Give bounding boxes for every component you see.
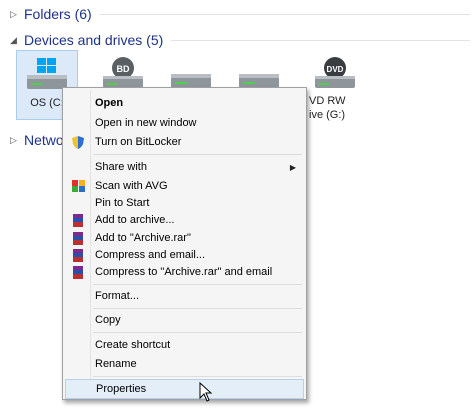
shield-icon: [72, 135, 84, 149]
collapse-chevron-icon[interactable]: ◢: [10, 35, 22, 46]
menu-separator: [93, 376, 302, 377]
menu-item-bitlocker[interactable]: Turn on BitLocker: [65, 132, 304, 152]
mouse-cursor-icon: [199, 382, 213, 402]
group-divider: [171, 39, 470, 41]
menu-item-format[interactable]: Format...: [65, 286, 304, 306]
menu-item-add-to-archive[interactable]: Add to archive...: [65, 210, 304, 230]
winrar-icon: [73, 231, 83, 245]
menu-item-open-new-window[interactable]: Open in new window: [65, 113, 304, 133]
group-header-network[interactable]: ▷ Netwo: [10, 130, 70, 150]
expand-chevron-icon[interactable]: ▷: [10, 9, 22, 20]
menu-item-create-shortcut[interactable]: Create shortcut: [65, 335, 304, 355]
svg-text:DVD: DVD: [327, 65, 344, 74]
menu-separator: [93, 284, 302, 285]
menu-separator: [93, 332, 302, 333]
menu-item-rename[interactable]: Rename: [65, 354, 304, 374]
group-title-network: Netwo: [24, 132, 64, 148]
menu-item-properties[interactable]: Properties: [65, 379, 304, 399]
submenu-arrow-icon: ▶: [289, 162, 296, 172]
group-header-devices[interactable]: ◢ Devices and drives (5): [10, 30, 470, 50]
menu-item-compress-rar-email[interactable]: Compress to "Archive.rar" and email: [65, 262, 304, 282]
winrar-icon: [73, 248, 83, 262]
context-menu: Open Open in new window Turn on BitLocke…: [62, 87, 307, 400]
group-title-folders: Folders (6): [24, 6, 92, 22]
expand-chevron-icon[interactable]: ▷: [10, 135, 22, 146]
winrar-icon: [73, 213, 83, 227]
group-title-devices: Devices and drives (5): [24, 32, 164, 48]
dvd-drive-icon: DVD: [315, 57, 355, 88]
menu-item-share-with[interactable]: Share with ▶: [65, 157, 304, 177]
drive-label: OS (C:: [30, 97, 64, 109]
group-divider: [99, 13, 470, 15]
winrar-icon: [73, 265, 83, 279]
menu-separator: [93, 308, 302, 309]
drive-label: ive (G:): [309, 109, 346, 121]
drive-label: VD RW: [309, 95, 346, 107]
avg-icon: [71, 180, 85, 192]
menu-separator: [93, 154, 302, 155]
menu-item-open[interactable]: Open: [65, 93, 304, 113]
svg-text:BD: BD: [117, 64, 130, 74]
group-header-folders[interactable]: ▷ Folders (6): [10, 4, 470, 24]
menu-item-copy[interactable]: Copy: [65, 310, 304, 330]
